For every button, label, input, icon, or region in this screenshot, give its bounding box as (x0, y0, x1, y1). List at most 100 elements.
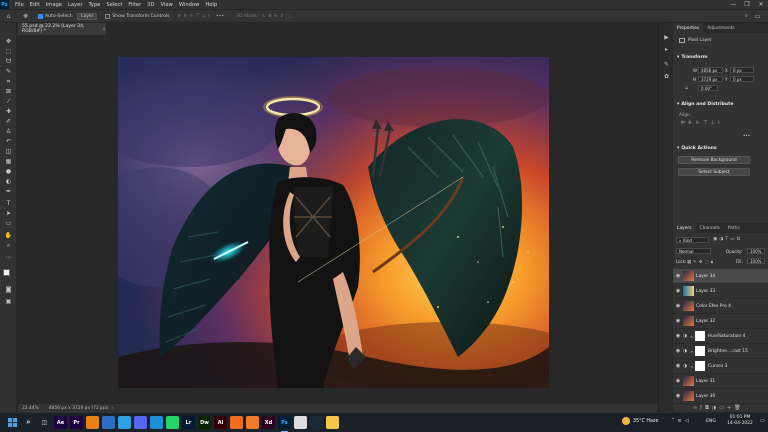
taskbar-lightroom-icon[interactable]: Lr (182, 416, 195, 429)
eraser-tool-icon[interactable]: ◫ (3, 147, 14, 156)
minimize-button[interactable]: — (726, 0, 740, 9)
layer-row[interactable]: ◉ Layer 30 (673, 389, 768, 404)
tab-paths[interactable]: Paths (724, 223, 744, 233)
layer-thumbnail[interactable] (683, 286, 694, 296)
transform-controls-checkbox[interactable] (105, 13, 111, 19)
align-header[interactable]: ▾ Align and Distribute (673, 100, 733, 109)
frame-tool-icon[interactable]: ⊠ (3, 87, 14, 96)
quick-select-tool-icon[interactable]: ✎ (3, 67, 14, 76)
visibility-eye-icon[interactable]: ◉ (673, 318, 683, 324)
visibility-eye-icon[interactable]: ◉ (673, 378, 683, 384)
remove-background-button[interactable]: Remove Background (678, 156, 750, 164)
layer-thumbnail[interactable] (683, 376, 694, 386)
visibility-eye-icon[interactable]: ◉ (673, 303, 683, 309)
notification-icon[interactable]: ▭ (760, 418, 765, 424)
delete-layer-icon[interactable]: 🗑︎ (734, 405, 743, 411)
layer-name[interactable]: Layer 30 (696, 394, 715, 399)
history-panel-icon[interactable]: ▶ (662, 33, 671, 42)
layer-name[interactable]: Layer 33 (696, 289, 715, 294)
layer-name[interactable]: Layer 32 (696, 319, 715, 324)
layer-thumbnail[interactable] (683, 391, 694, 401)
weather-widget[interactable]: 35°C Haze (622, 417, 658, 425)
tab-channels[interactable]: Channels (696, 223, 724, 233)
taskbar-app-orange-icon[interactable] (230, 416, 243, 429)
history-brush-tool-icon[interactable]: ↶ (3, 137, 14, 146)
taskbar-start-icon[interactable] (6, 416, 19, 429)
dodge-tool-icon[interactable]: ◐ (3, 177, 14, 186)
taskbar-discord-icon[interactable] (134, 416, 147, 429)
taskbar-whatsapp-icon[interactable] (166, 416, 179, 429)
blend-mode-dropdown[interactable]: Normal (676, 248, 711, 254)
type-tool-icon[interactable]: T (3, 199, 14, 208)
layer-row[interactable]: ◉ Color Efex Pro 4 (673, 299, 768, 314)
taskbar-search-icon[interactable]: ⌕ (22, 416, 35, 429)
lasso-tool-icon[interactable]: ᗢ (3, 57, 14, 66)
menu-file[interactable]: File (12, 2, 27, 8)
more-tools-icon[interactable]: ⋯ (3, 253, 14, 262)
transform-header[interactable]: ▾ Transform (673, 53, 708, 62)
x-field[interactable]: 0 px (730, 67, 754, 73)
select-subject-button[interactable]: Select Subject (678, 168, 750, 176)
layer-name[interactable]: Curves 3 (708, 364, 727, 369)
layer-name[interactable]: Hue/Saturation 4 (708, 334, 745, 339)
align-vcenter-icon[interactable]: ⊥ (710, 120, 717, 126)
maximize-button[interactable]: ❐ (740, 0, 754, 9)
status-arrow-icon[interactable]: › (112, 406, 114, 411)
align-buttons[interactable]: ⊫⊪⊩⊤⊥⊦ (681, 120, 723, 126)
clone-stamp-tool-icon[interactable]: ♙ (3, 127, 14, 136)
workspace-icon[interactable]: ▭ (753, 12, 762, 21)
auto-select-option[interactable]: Auto-Select: (38, 13, 73, 19)
menu-select[interactable]: Select (103, 2, 125, 8)
auto-select-dropdown[interactable]: Layer (77, 12, 98, 20)
opacity-field[interactable]: 100% (747, 248, 765, 254)
zoom-tool-icon[interactable]: ⌕ (3, 241, 14, 250)
layer-name[interactable]: Brightne....rast 15 (708, 349, 748, 354)
menu-3d[interactable]: 3D (144, 2, 157, 8)
filter-smart-icon[interactable]: ⊡ (737, 237, 743, 242)
taskbar-after-effects-icon[interactable]: Ae (54, 416, 67, 429)
wifi-icon[interactable]: ≋ (678, 418, 685, 424)
taskbar-photoshop-icon[interactable]: Ps (278, 416, 291, 432)
layer-filter-icons[interactable]: ▣◑T▭⊡ (713, 237, 742, 242)
menu-edit[interactable]: Edit (27, 2, 43, 8)
layer-row[interactable]: ◉ Layer 33 (673, 284, 768, 299)
layer-thumbnail[interactable] (683, 271, 694, 281)
taskbar-steam-icon[interactable] (310, 416, 323, 429)
align-right-icon[interactable]: ⊩ (696, 120, 703, 126)
layer-filter-dropdown[interactable]: ⌕ Kind (676, 237, 709, 243)
clock[interactable]: 01:01 PM 14-04-2022 (724, 415, 756, 427)
menu-help[interactable]: Help (202, 2, 220, 8)
visibility-eye-icon[interactable]: ◉ (673, 288, 683, 294)
transform-controls-option[interactable]: Show Transform Controls (105, 13, 170, 19)
menu-filter[interactable]: Filter (125, 2, 144, 8)
menu-view[interactable]: View (158, 2, 176, 8)
quick-actions-header[interactable]: ▾ Quick Actions (673, 144, 717, 153)
taskbar-photos-icon[interactable] (102, 416, 115, 429)
fill-field[interactable]: 100% (747, 258, 765, 264)
visibility-eye-icon[interactable]: ◉ (673, 363, 683, 369)
taskbar-task-view-icon[interactable]: ◫ (38, 416, 51, 429)
align-icons-group[interactable]: ⊫ ⊪ ⊩ ⊤ ⊥ ⊦ (178, 14, 212, 19)
tab-layers[interactable]: Layers (673, 223, 696, 233)
path-selection-tool-icon[interactable]: ➤ (3, 209, 14, 218)
layer-row[interactable]: ◉ ◑ ∞ Curves 3 (673, 359, 768, 374)
home-icon[interactable]: ⌂ (4, 12, 13, 21)
visibility-eye-icon[interactable]: ◉ (673, 273, 683, 279)
play-action-icon[interactable]: ▸ (662, 45, 671, 54)
layer-thumbnail[interactable] (683, 316, 694, 326)
tool-presets-icon[interactable]: ✎ (662, 60, 671, 69)
search-icon[interactable]: ⌕ (742, 12, 751, 21)
layer-row[interactable]: ◉ ◑ ∞ Brightne....rast 15 (673, 344, 768, 359)
align-bottom-icon[interactable]: ⊦ (718, 120, 724, 126)
menu-window[interactable]: Window (176, 2, 202, 8)
move-tool-icon[interactable]: ✥ (21, 12, 30, 21)
brush-settings-icon[interactable]: ✿ (662, 72, 671, 81)
layer-name[interactable]: Color Efex Pro 4 (696, 304, 731, 309)
visibility-eye-icon[interactable]: ◉ (673, 348, 683, 354)
healing-brush-tool-icon[interactable]: ✚ (3, 107, 14, 116)
close-document-icon[interactable]: × (102, 27, 106, 32)
close-window-button[interactable]: ✕ (754, 0, 768, 9)
layer-mask-thumbnail[interactable] (695, 361, 705, 371)
layer-name[interactable]: Layer 34 (696, 274, 715, 279)
layer-row[interactable]: ◉ ◑ ∞ Hue/Saturation 4 (673, 329, 768, 344)
